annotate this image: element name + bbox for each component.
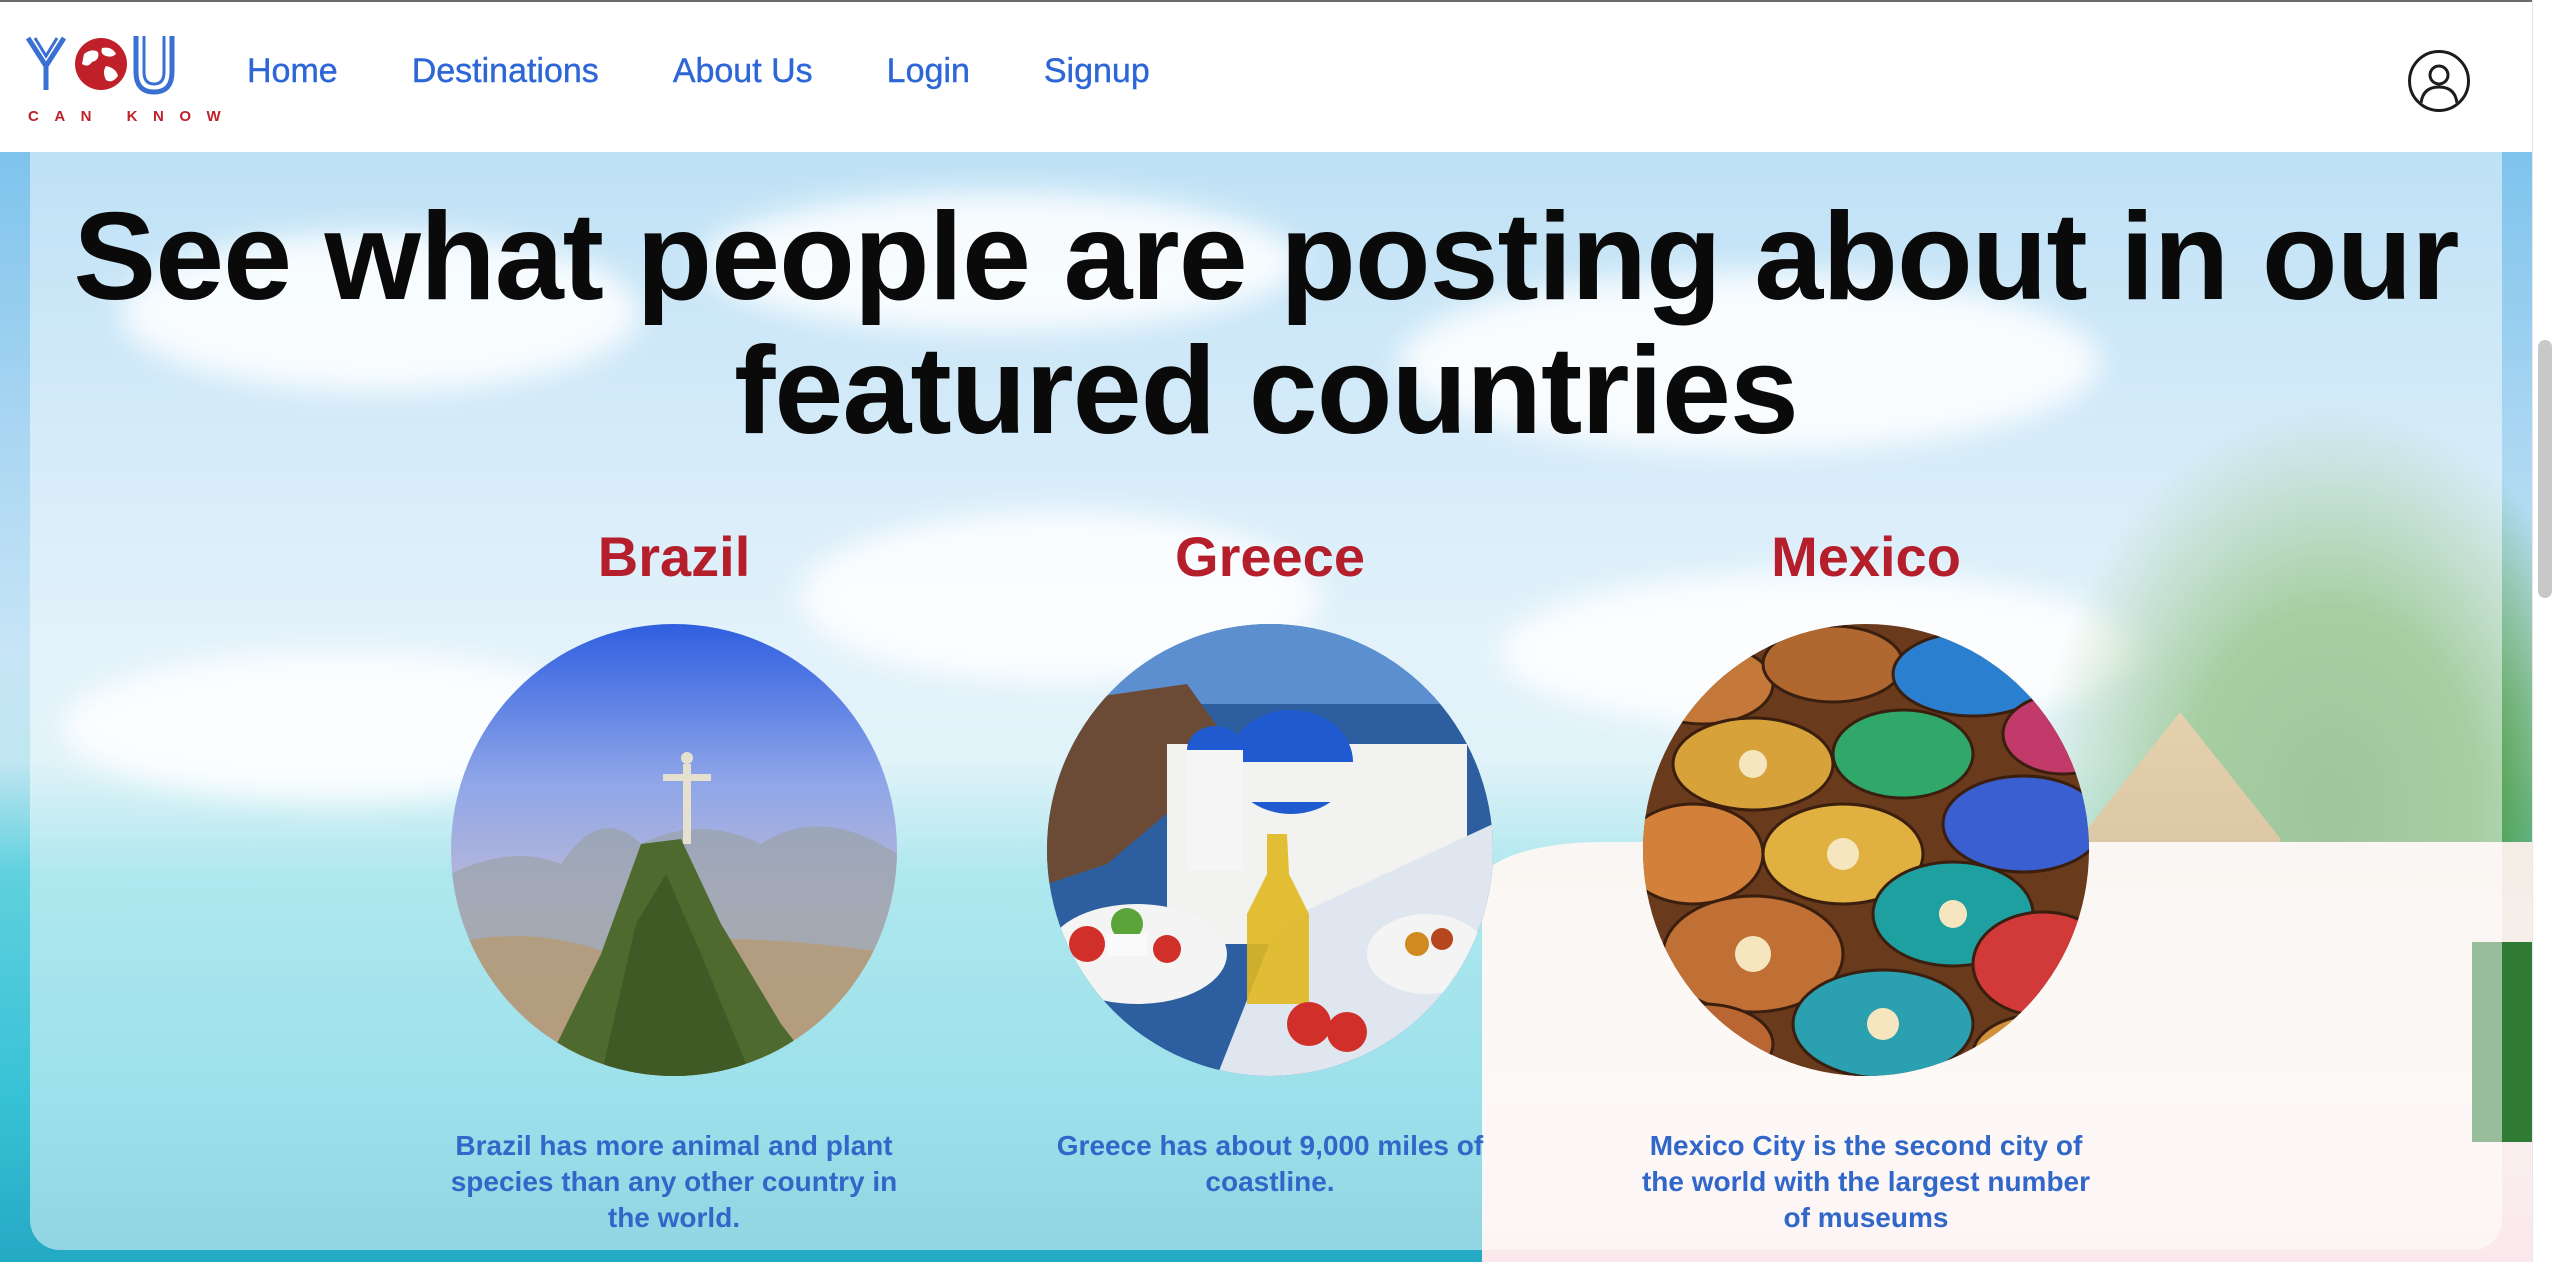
globe-icon [75, 38, 127, 90]
santorini-greek-salad-photo [1047, 624, 1493, 1076]
scrollbar-thumb[interactable] [2538, 340, 2552, 598]
nav-destinations-link[interactable]: Destinations [412, 52, 600, 91]
page-headline: See what people are posting about in our… [73, 188, 2459, 460]
country-name: Mexico [1771, 525, 1961, 588]
painted-clay-bowls-photo [1643, 624, 2089, 1076]
user-profile-button[interactable] [2408, 50, 2470, 112]
country-image-mexico[interactable] [1643, 624, 2089, 1076]
country-name: Greece [1175, 525, 1365, 588]
nav-login-link[interactable]: Login [886, 52, 970, 91]
top-navbar: CAN KNOW Home Destinations About Us Logi… [0, 0, 2532, 152]
nav-links: Home Destinations About Us Login Signup [247, 52, 1224, 91]
user-profile-icon [2419, 64, 2459, 104]
logo-tagline: CAN KNOW [28, 108, 237, 125]
country-fact: Greece has about 9,000 miles of coastlin… [1056, 1130, 1484, 1197]
nav-signup-link[interactable]: Signup [1044, 52, 1150, 91]
christ-the-redeemer-rio-photo [451, 624, 897, 1076]
country-name: Brazil [597, 525, 751, 588]
vertical-scrollbar[interactable] [2532, 0, 2560, 1262]
country-fact: Mexico City is the second city of the wo… [1641, 1130, 2091, 1233]
nav-home-link[interactable]: Home [247, 52, 338, 91]
country-image-greece[interactable] [1047, 624, 1493, 1076]
country-image-brazil[interactable] [451, 624, 897, 1076]
country-card-mexico[interactable]: Mexico Mexico City is the second city of… [1636, 524, 2096, 1236]
site-logo[interactable]: CAN KNOW [26, 32, 237, 128]
country-fact: Brazil has more animal and plant species… [450, 1130, 898, 1233]
featured-countries-section: See what people are posting about in our… [30, 152, 2502, 1250]
country-card-brazil[interactable]: Brazil Brazil has more animal and plant … [444, 524, 904, 1236]
country-card-greece[interactable]: Greece Greece has about 9,000 miles of c… [1040, 524, 1500, 1200]
logo-you-mark [26, 36, 175, 95]
nav-about-us-link[interactable]: About Us [673, 52, 813, 91]
page: CAN KNOW Home Destinations About Us Logi… [0, 0, 2560, 1262]
